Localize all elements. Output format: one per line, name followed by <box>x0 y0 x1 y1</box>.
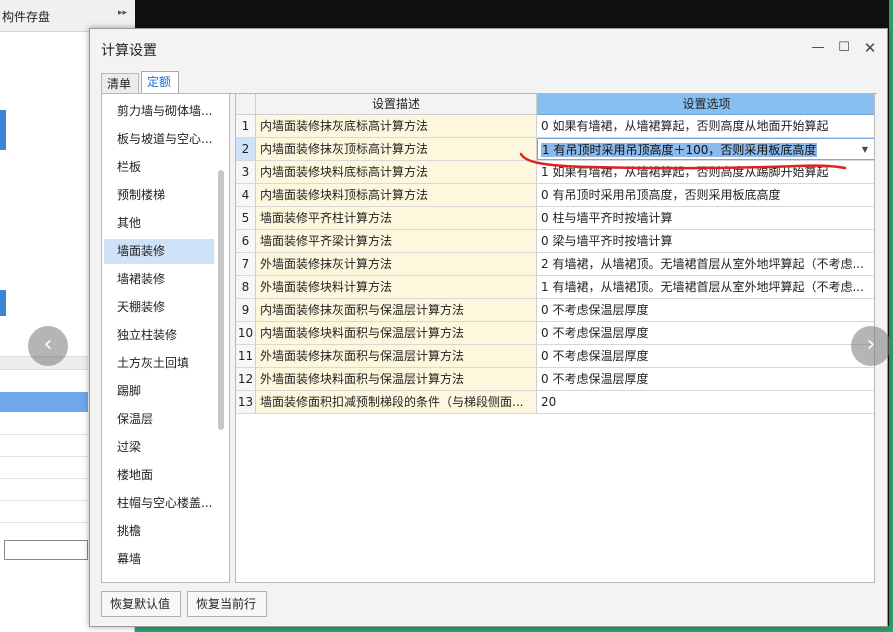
category-item[interactable]: 幕墙 <box>104 547 214 572</box>
grid-header-corner <box>236 94 256 115</box>
row-option[interactable]: 1 有墙裙，从墙裙顶。无墙裙首层从室外地坪算起（不考虑... <box>537 276 874 298</box>
dialog-title-bar[interactable]: 计算设置 — ☐ ✕ <box>90 29 887 67</box>
category-item[interactable]: 板与坡道与空心... <box>104 127 214 152</box>
table-row[interactable]: 11 外墙面装修抹灰面积与保温层计算方法 0 不考虑保温层厚度 <box>236 345 874 368</box>
row-option[interactable]: 0 不考虑保温层厚度 <box>537 368 874 390</box>
background-accent <box>0 290 6 316</box>
restore-current-row-button[interactable]: 恢复当前行 <box>187 591 267 617</box>
minimize-icon[interactable]: — <box>808 38 828 58</box>
tab-dinge[interactable]: 定额 <box>141 71 179 93</box>
table-row[interactable]: 9 内墙面装修抹灰面积与保温层计算方法 0 不考虑保温层厚度 <box>236 299 874 322</box>
row-number: 10 <box>236 322 256 344</box>
row-number: 8 <box>236 276 256 298</box>
background-row-line <box>0 478 88 479</box>
row-number: 1 <box>236 115 256 137</box>
row-description: 墙面装修平齐柱计算方法 <box>256 207 537 229</box>
row-option[interactable]: 0 如果有墙裙，从墙裙算起，否则高度从地面开始算起 <box>537 115 874 137</box>
tab-qingdan[interactable]: 清单 <box>101 73 139 93</box>
category-item[interactable]: 天棚装修 <box>104 295 214 320</box>
row-number: 2 <box>236 138 256 160</box>
row-description: 内墙面装修块料底标高计算方法 <box>256 161 537 183</box>
maximize-icon[interactable]: ☐ <box>834 38 854 58</box>
category-scrollbar[interactable] <box>218 170 224 430</box>
table-row[interactable]: 1 内墙面装修抹灰底标高计算方法 0 如果有墙裙，从墙裙算起，否则高度从地面开始… <box>236 115 874 138</box>
background-row-line <box>0 434 88 435</box>
row-description: 外墙面装修抹灰计算方法 <box>256 253 537 275</box>
row-description: 内墙面装修抹灰顶标高计算方法 <box>256 138 537 160</box>
chevron-left-icon[interactable]: ‹ <box>28 326 68 366</box>
row-number: 7 <box>236 253 256 275</box>
row-description: 内墙面装修抹灰底标高计算方法 <box>256 115 537 137</box>
close-icon[interactable]: ✕ <box>860 38 880 58</box>
expand-icon[interactable]: ▸▸ <box>118 8 127 18</box>
table-row[interactable]: 6 墙面装修平齐梁计算方法 0 梁与墙平齐时按墙计算 <box>236 230 874 253</box>
row-description: 墙面装修平齐梁计算方法 <box>256 230 537 252</box>
category-item-selected[interactable]: 墙面装修 <box>104 239 214 264</box>
grid-header-option: 设置选项 <box>537 94 874 115</box>
background-input[interactable] <box>4 540 88 560</box>
category-item[interactable]: 栏板 <box>104 155 214 180</box>
row-option[interactable]: 0 柱与墙平齐时按墙计算 <box>537 207 874 229</box>
category-item[interactable]: 土方灰土回填 <box>104 351 214 376</box>
row-option[interactable]: 0 梁与墙平齐时按墙计算 <box>537 230 874 252</box>
row-option[interactable]: 0 不考虑保温层厚度 <box>537 299 874 321</box>
background-row-line <box>0 522 88 523</box>
row-number: 4 <box>236 184 256 206</box>
row-description: 内墙面装修块料面积与保温层计算方法 <box>256 322 537 344</box>
row-option[interactable]: 20 <box>537 391 874 413</box>
row-option[interactable]: 2 有墙裙，从墙裙顶。无墙裙首层从室外地坪算起（不考虑... <box>537 253 874 275</box>
background-row-line <box>0 456 88 457</box>
row-description: 内墙面装修块料顶标高计算方法 <box>256 184 537 206</box>
background-row-line <box>0 500 88 501</box>
grid-header-description: 设置描述 <box>256 94 537 115</box>
category-list[interactable]: 剪力墙与砌体墙... 板与坡道与空心... 栏板 预制楼梯 其他 墙面装修 墙裙… <box>101 93 230 583</box>
row-option[interactable]: 0 有吊顶时采用吊顶高度，否则采用板底高度 <box>537 184 874 206</box>
category-item[interactable]: 过梁 <box>104 435 214 460</box>
table-row[interactable]: 4 内墙面装修块料顶标高计算方法 0 有吊顶时采用吊顶高度，否则采用板底高度 <box>236 184 874 207</box>
restore-default-button[interactable]: 恢复默认值 <box>101 591 181 617</box>
chevron-down-icon[interactable]: ▼ <box>862 139 868 159</box>
row-number: 5 <box>236 207 256 229</box>
background-accent <box>0 110 6 150</box>
row-number: 11 <box>236 345 256 367</box>
category-item[interactable]: 楼地面 <box>104 463 214 488</box>
background-panel-title: 构件存盘 <box>2 10 51 24</box>
table-row[interactable]: 10 内墙面装修块料面积与保温层计算方法 0 不考虑保温层厚度 <box>236 322 874 345</box>
row-number: 6 <box>236 230 256 252</box>
table-row[interactable]: 13 墙面装修面积扣减预制梯段的条件（与梯段侧面... 20 <box>236 391 874 414</box>
category-item[interactable]: 墙裙装修 <box>104 267 214 292</box>
category-item[interactable]: 剪力墙与砌体墙... <box>104 99 214 124</box>
table-row[interactable]: 5 墙面装修平齐柱计算方法 0 柱与墙平齐时按墙计算 <box>236 207 874 230</box>
background-selected-row <box>0 392 88 412</box>
chevron-right-icon[interactable]: › <box>851 326 891 366</box>
row-number: 13 <box>236 391 256 413</box>
table-row[interactable]: 8 外墙面装修块料计算方法 1 有墙裙，从墙裙顶。无墙裙首层从室外地坪算起（不考… <box>236 276 874 299</box>
row-description: 外墙面装修抹灰面积与保温层计算方法 <box>256 345 537 367</box>
row-number: 9 <box>236 299 256 321</box>
row-option[interactable]: 0 不考虑保温层厚度 <box>537 345 874 367</box>
table-row[interactable]: 12 外墙面装修块料面积与保温层计算方法 0 不考虑保温层厚度 <box>236 368 874 391</box>
category-item[interactable]: 其他 <box>104 211 214 236</box>
row-description: 内墙面装修抹灰面积与保温层计算方法 <box>256 299 537 321</box>
background-border <box>889 0 893 632</box>
row-description: 墙面装修面积扣减预制梯段的条件（与梯段侧面... <box>256 391 537 413</box>
row-description: 外墙面装修块料面积与保温层计算方法 <box>256 368 537 390</box>
red-underline-annotation <box>519 152 847 170</box>
row-description: 外墙面装修块料计算方法 <box>256 276 537 298</box>
category-item[interactable]: 踢脚 <box>104 379 214 404</box>
row-number: 12 <box>236 368 256 390</box>
row-option[interactable]: 0 不考虑保温层厚度 <box>537 322 874 344</box>
category-item[interactable]: 挑檐 <box>104 519 214 544</box>
row-number: 3 <box>236 161 256 183</box>
category-item[interactable]: 柱帽与空心楼盖... <box>104 491 214 516</box>
calc-settings-dialog: 计算设置 — ☐ ✕ 清单 定额 剪力墙与砌体墙... 板与坡道与空心... 栏… <box>89 28 888 627</box>
category-item[interactable]: 独立柱装修 <box>104 323 214 348</box>
table-row[interactable]: 7 外墙面装修抹灰计算方法 2 有墙裙，从墙裙顶。无墙裙首层从室外地坪算起（不考… <box>236 253 874 276</box>
category-item[interactable]: 保温层 <box>104 407 214 432</box>
dialog-title: 计算设置 <box>101 43 157 59</box>
category-item[interactable]: 预制楼梯 <box>104 183 214 208</box>
